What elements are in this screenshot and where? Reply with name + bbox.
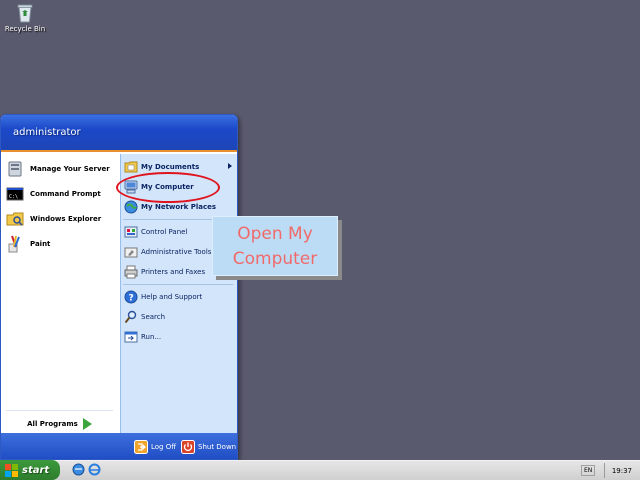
menu-item-label: Command Prompt: [30, 190, 101, 198]
start-menu-header: administrator: [1, 115, 237, 152]
paint-icon: [8, 235, 20, 253]
menu-item-administrative-tools[interactable]: Administrative Tools: [124, 244, 211, 260]
log-off-label: Log Off: [151, 443, 177, 451]
command-prompt-icon: C:\: [6, 187, 24, 201]
language-indicator[interactable]: EN: [581, 465, 596, 476]
run-icon: [124, 331, 138, 343]
menu-item-label: Printers and Faxes: [141, 268, 206, 276]
menu-item-label: My Documents: [141, 163, 200, 171]
log-off-button[interactable]: Log Off: [134, 440, 176, 454]
separator: [123, 284, 233, 285]
arrow-right-icon: [82, 418, 92, 430]
menu-item-search[interactable]: Search: [124, 309, 165, 325]
quick-launch-internet-explorer-icon[interactable]: [88, 463, 101, 476]
menu-item-label: Run...: [141, 333, 162, 341]
menu-item-label: Paint: [30, 240, 51, 248]
recycle-bin-label: Recycle Bin: [4, 25, 46, 33]
menu-item-label: Search: [141, 313, 166, 321]
start-label: start: [22, 464, 50, 476]
tray-divider: [604, 463, 605, 478]
administrative-tools-icon: [124, 247, 138, 258]
control-panel-icon: [124, 226, 138, 238]
network-globe-icon: [124, 200, 138, 214]
system-tray: EN 19:37: [576, 461, 640, 480]
menu-item-label: Manage Your Server: [30, 165, 110, 173]
power-icon: [181, 440, 195, 454]
clock[interactable]: 19:37: [612, 467, 632, 475]
windows-explorer-icon: [6, 212, 24, 226]
menu-item-label: Administrative Tools: [141, 248, 212, 256]
help-icon: ?: [124, 290, 138, 304]
search-icon: [124, 310, 137, 324]
svg-text:C:\: C:\: [9, 194, 18, 200]
menu-item-help-and-support[interactable]: ? Help and Support: [124, 289, 202, 305]
recycle-bin-shortcut[interactable]: Recycle Bin: [4, 2, 46, 33]
all-programs-label: All Programs: [27, 420, 78, 428]
instruction-line-1: Open My: [237, 224, 313, 244]
all-programs-button[interactable]: All Programs: [0, 414, 119, 434]
server-icon: [8, 161, 22, 177]
menu-item-label: Help and Support: [141, 293, 203, 301]
instruction-line-2: Computer: [232, 249, 318, 269]
menu-item-command-prompt[interactable]: C:\ Command Prompt: [6, 184, 101, 204]
submenu-arrow-icon: [228, 163, 232, 169]
my-documents-icon: [124, 161, 138, 173]
menu-item-label: Control Panel: [141, 228, 188, 236]
highlight-ring: [116, 172, 220, 203]
menu-item-windows-explorer[interactable]: Windows Explorer: [6, 209, 101, 229]
start-button[interactable]: start: [0, 460, 60, 480]
shut-down-label: Shut Down: [198, 443, 237, 451]
svg-text:?: ?: [129, 294, 134, 304]
quick-launch-explorer-icon[interactable]: [72, 463, 85, 476]
instruction-callout: Open My Computer: [212, 216, 338, 276]
menu-item-manage-your-server[interactable]: Manage Your Server: [6, 159, 110, 179]
windows-logo-icon: [5, 463, 18, 477]
menu-item-label: My Network Places: [141, 203, 217, 211]
menu-item-control-panel[interactable]: Control Panel: [124, 224, 187, 240]
menu-item-label: Windows Explorer: [30, 215, 102, 223]
menu-item-run[interactable]: Run...: [124, 329, 161, 345]
recycle-bin-icon: [17, 4, 33, 23]
user-name: administrator: [13, 127, 81, 138]
menu-item-printers-and-faxes[interactable]: Printers and Faxes: [124, 264, 205, 280]
log-off-icon: [134, 440, 148, 454]
shut-down-button[interactable]: Shut Down: [181, 440, 236, 454]
separator: [6, 410, 113, 411]
menu-item-paint[interactable]: Paint: [6, 234, 50, 254]
printer-icon: [124, 265, 138, 279]
